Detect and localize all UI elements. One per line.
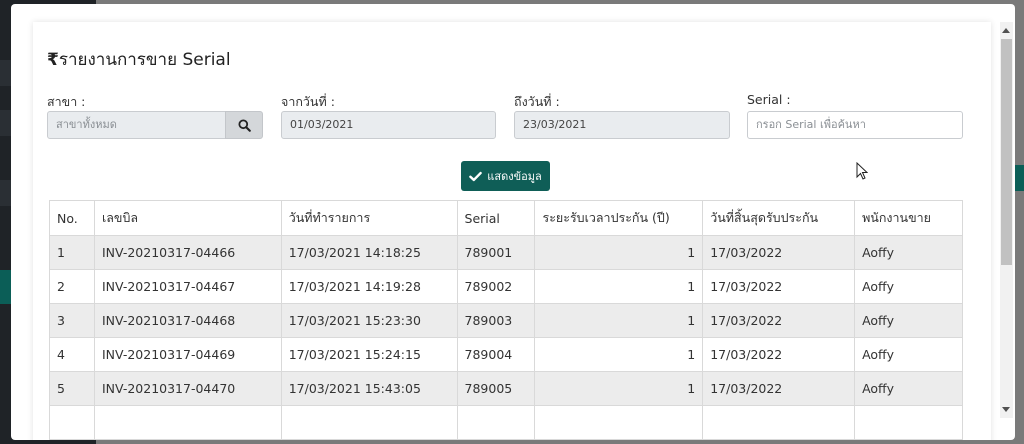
branch-field[interactable]: สาขาทั้งหมด [47,111,227,139]
modal-scrollbar[interactable] [1000,22,1013,418]
check-icon [469,171,483,181]
table-header-row: No. เลขบิล วันที่ทำรายการ Serial ระยะรับ… [49,200,963,236]
scroll-down-icon[interactable] [1002,407,1010,412]
from-date-field[interactable]: 01/03/2021 [281,111,496,139]
show-data-button[interactable]: แสดงข้อมูล [461,161,550,191]
scroll-up-icon[interactable] [1002,28,1010,33]
table-row: 2 INV-20210317-04467 17/03/2021 14:19:28… [49,269,963,304]
report-modal: ₹รายงานการขาย Serial สาขา : สาขาทั้งหมด … [11,4,1015,440]
table-row [49,405,963,440]
column-header-warranty-years: ระยะรับเวลาประกัน (ปี) [534,200,704,236]
cell-serial: 789001 [456,235,536,270]
branch-search-button[interactable] [225,111,263,139]
cell-salesperson [854,405,963,440]
table-row: 3 INV-20210317-04468 17/03/2021 15:23:30… [49,303,963,338]
cell-warranty-end: 17/03/2022 [702,303,856,338]
cell-warranty-years: 1 [534,235,704,270]
cell-bill: INV-20210317-04468 [93,303,282,338]
cell-no: 3 [49,303,95,338]
cell-date: 17/03/2021 15:23:30 [280,303,458,338]
cell-salesperson: Aoffy [854,371,963,406]
cell-bill: INV-20210317-04470 [93,371,282,406]
cell-date: 17/03/2021 14:19:28 [280,269,458,304]
column-header-salesperson: พนักงานขาย [854,200,963,236]
table-row: 4 INV-20210317-04469 17/03/2021 15:24:15… [49,337,963,372]
cell-no: 2 [49,269,95,304]
cell-bill: INV-20210317-04469 [93,337,282,372]
mouse-cursor-icon [856,162,868,180]
cell-bill [93,405,282,440]
scroll-thumb[interactable] [1001,39,1012,265]
column-header-bill: เลขบิล [93,200,282,236]
cell-warranty-end: 17/03/2022 [702,235,856,270]
serial-input[interactable]: กรอก Serial เพื่อค้นหา [747,111,963,139]
cell-warranty-years [534,405,704,440]
from-date-label: จากวันที่ : [281,94,335,109]
serial-placeholder: กรอก Serial เพื่อค้นหา [756,118,866,131]
cell-date: 17/03/2021 14:18:25 [280,235,458,270]
cell-warranty-end [702,405,856,440]
cell-serial [456,405,536,440]
cell-serial: 789005 [456,371,536,406]
branch-label: สาขา : [47,94,86,109]
cell-warranty-years: 1 [534,303,704,338]
cell-date [280,405,458,440]
cell-bill: INV-20210317-04466 [93,235,282,270]
cell-date: 17/03/2021 15:24:15 [280,337,458,372]
to-date-field[interactable]: 23/03/2021 [514,111,730,139]
title-text: รายงานการขาย Serial [58,50,231,70]
report-card: ₹รายงานการขาย Serial สาขา : สาขาทั้งหมด … [33,22,991,440]
cell-date: 17/03/2021 15:43:05 [280,371,458,406]
cell-warranty-years: 1 [534,337,704,372]
serial-label: Serial : [747,92,791,107]
cell-warranty-end: 17/03/2022 [702,337,856,372]
table-row: 5 INV-20210317-04470 17/03/2021 15:43:05… [49,371,963,406]
cell-serial: 789003 [456,303,536,338]
cell-no: 5 [49,371,95,406]
cell-salesperson: Aoffy [854,337,963,372]
cell-no: 1 [49,235,95,270]
cell-warranty-years: 1 [534,371,704,406]
column-header-date: วันที่ทำรายการ [280,200,458,236]
cell-salesperson: Aoffy [854,235,963,270]
table-row: 1 INV-20210317-04466 17/03/2021 14:18:25… [49,235,963,270]
page-title: ₹รายงานการขาย Serial [47,46,231,73]
cell-serial: 789004 [456,337,536,372]
cell-no: 4 [49,337,95,372]
show-data-label: แสดงข้อมูล [487,170,542,183]
cell-bill: INV-20210317-04467 [93,269,282,304]
cell-warranty-end: 17/03/2022 [702,269,856,304]
cell-serial: 789002 [456,269,536,304]
branch-value: สาขาทั้งหมด [56,118,117,131]
cell-warranty-years: 1 [534,269,704,304]
to-date-label: ถึงวันที่ : [514,94,560,109]
column-header-serial: Serial [456,200,536,236]
serial-sales-table: No. เลขบิล วันที่ทำรายการ Serial ระยะรับ… [49,200,963,440]
column-header-no: No. [49,200,95,236]
search-icon [237,118,251,132]
cell-warranty-end: 17/03/2022 [702,371,856,406]
cell-salesperson: Aoffy [854,303,963,338]
cell-salesperson: Aoffy [854,269,963,304]
cell-no [49,405,95,440]
title-symbol: ₹ [47,50,59,70]
column-header-warranty-end: วันที่สิ้นสุดรับประกัน [702,200,856,236]
